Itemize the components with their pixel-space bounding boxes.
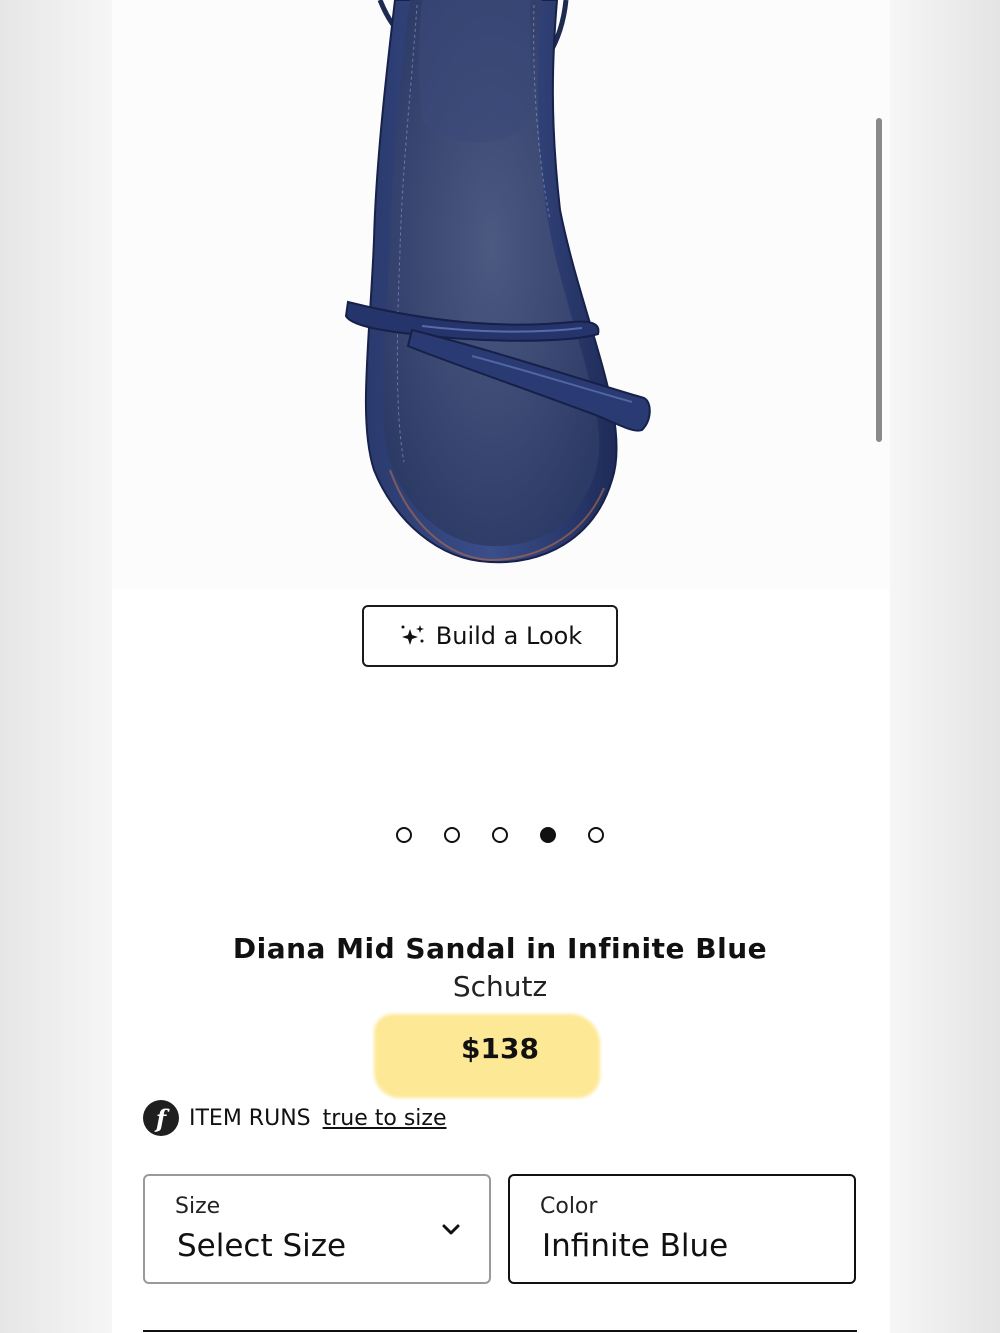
background-right bbox=[890, 0, 1000, 1333]
gallery-dot-1[interactable] bbox=[396, 827, 412, 843]
gallery-dot-5[interactable] bbox=[588, 827, 604, 843]
scrollbar[interactable] bbox=[876, 118, 882, 442]
sandal-illustration bbox=[344, 0, 651, 564]
size-value: Select Size bbox=[177, 1228, 347, 1264]
fit-indicator: f ITEM RUNS true to size bbox=[143, 1100, 447, 1136]
gallery-dot-2[interactable] bbox=[444, 827, 460, 843]
product-title: Diana Mid Sandal in Infinite Blue bbox=[232, 932, 768, 965]
build-a-look-button[interactable]: Build a Look bbox=[362, 605, 618, 667]
size-select[interactable]: Size Select Size bbox=[143, 1174, 491, 1284]
size-label: Size bbox=[175, 1194, 221, 1219]
color-select[interactable]: Color Infinite Blue bbox=[508, 1174, 856, 1284]
fit-link[interactable]: true to size bbox=[323, 1106, 447, 1131]
color-label: Color bbox=[540, 1194, 598, 1219]
divider bbox=[143, 1330, 857, 1332]
sparkle-icon bbox=[401, 625, 424, 645]
color-value: Infinite Blue bbox=[542, 1228, 729, 1264]
gallery-dot-3[interactable] bbox=[492, 827, 508, 843]
gallery-dot-4[interactable] bbox=[540, 827, 556, 843]
fit-prefix: ITEM RUNS bbox=[189, 1105, 311, 1131]
background-left bbox=[0, 0, 112, 1333]
product-price: $138 bbox=[461, 1032, 539, 1065]
chevron-down-icon bbox=[442, 1224, 460, 1235]
fit-logo-icon: f bbox=[143, 1100, 179, 1136]
gallery-pagination bbox=[396, 827, 604, 843]
product-brand: Schutz bbox=[452, 970, 548, 1003]
build-a-look-label: Build a Look bbox=[435, 622, 583, 650]
product-image[interactable] bbox=[112, 0, 890, 590]
